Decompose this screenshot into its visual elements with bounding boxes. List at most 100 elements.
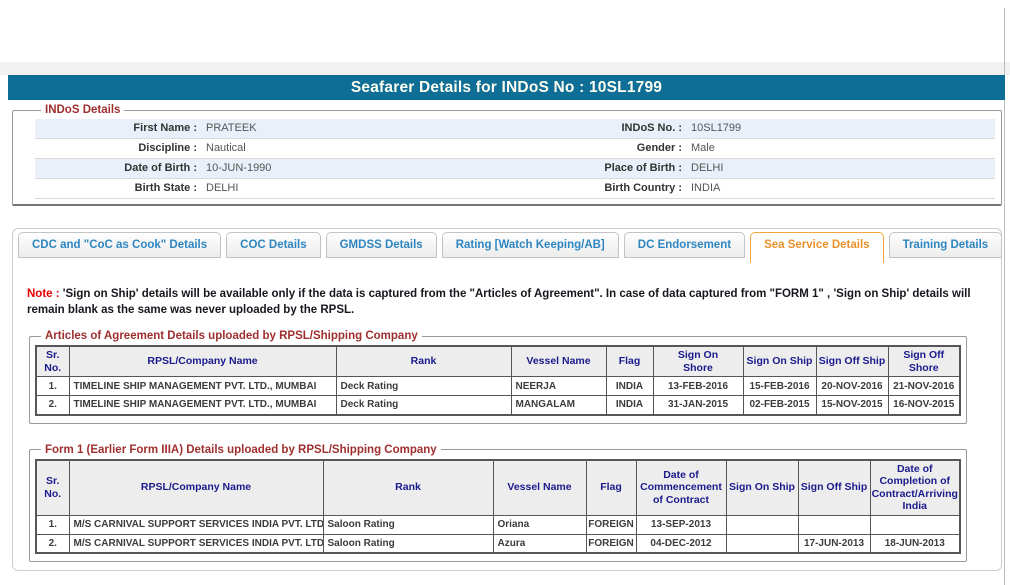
table-header-row: Sr. No. RPSL/Company Name Rank Vessel Na… [35, 459, 961, 516]
cell-flag: INDIA [605, 376, 654, 396]
place-of-birth-value: DELHI [691, 162, 724, 174]
cell-sign-off-shore: 16-NOV-2015 [887, 395, 961, 415]
table-row: 1. TIMELINE SHIP MANAGEMENT PVT. LTD., M… [35, 376, 961, 396]
tab-coc-details[interactable]: COC Details [226, 232, 321, 258]
top-gray-band [0, 62, 1010, 75]
header-flag: Flag [585, 459, 637, 516]
gender-value: Male [691, 142, 715, 154]
table-header-row: Sr. No. RPSL/Company Name Rank Vessel Na… [35, 345, 961, 377]
cell-rank: Saloon Rating [322, 514, 494, 535]
birth-country-value: INDIA [691, 182, 721, 194]
birth-country-label: Birth Country : [604, 182, 682, 194]
date-of-birth-value: 10-JUN-1990 [206, 162, 272, 174]
cell-company: M/S CARNIVAL SUPPORT SERVICES INDIA PVT.… [68, 514, 324, 535]
gender-label: Gender : [636, 142, 682, 154]
header-company: RPSL/Company Name [68, 345, 337, 377]
cell-sign-on-ship: 02-FEB-2015 [742, 395, 817, 415]
sign-on-ship-note: Note : 'Sign on Ship' details will be av… [27, 286, 987, 318]
form1-details-table: Sr. No. RPSL/Company Name Rank Vessel Na… [35, 458, 961, 554]
date-of-birth-label: Date of Birth : [124, 162, 197, 174]
articles-of-agreement-table: Sr. No. RPSL/Company Name Rank Vessel Na… [35, 345, 961, 416]
header-sr-no: Sr. No. [35, 459, 70, 516]
indos-no-label: INDoS No. : [621, 122, 683, 134]
cell-sign-off-ship: 17-JUN-2013 [797, 533, 871, 554]
header-vessel-name: Vessel Name [492, 459, 587, 516]
cell-sr-no: 2. [35, 533, 70, 554]
cell-sign-on-ship [725, 533, 799, 554]
cell-date-of-completion: 18-JUN-2013 [869, 533, 961, 554]
cell-rank: Deck Rating [335, 376, 512, 396]
indos-row-name: First Name : PRATEEK INDoS No. : 10SL179… [35, 119, 995, 139]
cell-company: TIMELINE SHIP MANAGEMENT PVT. LTD., MUMB… [68, 395, 337, 415]
cell-sign-on-shore: 13-FEB-2016 [652, 376, 744, 396]
cell-vessel-name: Azura [492, 533, 587, 554]
place-of-birth-label: Place of Birth : [604, 162, 682, 174]
form1-details-legend: Form 1 (Earlier Form IIIA) Details uploa… [45, 443, 437, 456]
birth-state-label: Birth State : [134, 182, 197, 194]
header-company: RPSL/Company Name [68, 459, 324, 516]
indos-row-discipline: Discipline : Nautical Gender : Male [35, 139, 995, 159]
cell-sign-on-ship: 15-FEB-2016 [742, 376, 817, 396]
header-date-of-commencement: Date of Commencement of Contract [635, 459, 727, 516]
header-sr-no: Sr. No. [35, 345, 70, 377]
cell-vessel-name: Oriana [492, 514, 587, 535]
cell-flag: FOREIGN [585, 514, 637, 535]
tab-content-panel: CDC and "CoC as Cook" Details COC Detail… [12, 228, 1003, 571]
header-vessel-name: Vessel Name [510, 345, 607, 377]
cell-date-of-completion [869, 514, 961, 535]
header-sign-off-ship: Sign Off Ship [797, 459, 871, 516]
cell-sr-no: 2. [35, 395, 70, 415]
discipline-value: Nautical [206, 142, 246, 154]
header-sign-off-shore: Sign Off Shore [887, 345, 961, 377]
cell-sign-off-ship: 15-NOV-2015 [815, 395, 889, 415]
cell-sign-off-ship [797, 514, 871, 535]
header-date-of-completion: Date of Completion of Contract/Arriving … [869, 459, 961, 516]
indos-row-birth-state: Birth State : DELHI Birth Country : INDI… [35, 179, 995, 199]
header-rank: Rank [322, 459, 494, 516]
tab-cdc-coc-as-cook-details[interactable]: CDC and "CoC as Cook" Details [18, 232, 222, 258]
seafarer-details-page: Seafarer Details for INDoS No : 10SL1799… [0, 0, 1010, 585]
tab-dc-endorsement[interactable]: DC Endorsement [623, 232, 746, 258]
table-row: 2. M/S CARNIVAL SUPPORT SERVICES INDIA P… [35, 533, 961, 554]
header-sign-on-ship: Sign On Ship [742, 345, 817, 377]
tab-training-details[interactable]: Training Details [888, 232, 1003, 258]
tab-strip: CDC and "CoC as Cook" Details COC Detail… [18, 232, 1003, 263]
indos-details-fieldset: INDoS Details First Name : PRATEEK INDoS… [12, 104, 1002, 206]
header-sign-on-shore: Sign On Shore [652, 345, 744, 377]
note-text: 'Sign on Ship' details will be available… [27, 288, 971, 316]
cell-sr-no: 1. [35, 376, 70, 396]
discipline-label: Discipline : [138, 142, 197, 154]
cell-vessel-name: MANGALAM [510, 395, 607, 415]
articles-of-agreement-fieldset: Articles of Agreement Details uploaded b… [29, 330, 967, 424]
first-name-label: First Name : [133, 122, 197, 134]
cell-sr-no: 1. [35, 514, 70, 535]
cell-rank: Deck Rating [335, 395, 512, 415]
header-rank: Rank [335, 345, 512, 377]
table-row: 1. M/S CARNIVAL SUPPORT SERVICES INDIA P… [35, 514, 961, 535]
indos-row-birth-date: Date of Birth : 10-JUN-1990 Place of Bir… [35, 159, 995, 179]
header-sign-on-ship: Sign On Ship [725, 459, 799, 516]
birth-state-value: DELHI [206, 182, 239, 194]
cell-sign-on-shore: 31-JAN-2015 [652, 395, 744, 415]
indos-no-value: 10SL1799 [691, 122, 742, 134]
cell-vessel-name: NEERJA [510, 376, 607, 396]
header-sign-off-ship: Sign Off Ship [815, 345, 889, 377]
indos-details-legend: INDoS Details [45, 104, 121, 116]
note-prefix: Note : [27, 288, 63, 300]
tab-sea-service-details[interactable]: Sea Service Details [750, 232, 884, 263]
first-name-value: PRATEEK [206, 122, 257, 134]
page-title: Seafarer Details for INDoS No : 10SL1799 [8, 75, 1005, 100]
tab-rating-watch-keeping-ab[interactable]: Rating [Watch Keeping/AB] [441, 232, 619, 258]
cell-flag: INDIA [605, 395, 654, 415]
cell-date-of-commencement: 13-SEP-2013 [635, 514, 727, 535]
cell-sign-off-ship: 20-NOV-2016 [815, 376, 889, 396]
cell-company: TIMELINE SHIP MANAGEMENT PVT. LTD., MUMB… [68, 376, 337, 396]
tab-gmdss-details[interactable]: GMDSS Details [325, 232, 437, 258]
cell-sign-off-shore: 21-NOV-2016 [887, 376, 961, 396]
cell-sign-on-ship [725, 514, 799, 535]
cell-rank: Saloon Rating [322, 533, 494, 554]
header-flag: Flag [605, 345, 654, 377]
table-row: 2. TIMELINE SHIP MANAGEMENT PVT. LTD., M… [35, 395, 961, 415]
articles-of-agreement-legend: Articles of Agreement Details uploaded b… [45, 330, 418, 342]
form1-details-fieldset: Form 1 (Earlier Form IIIA) Details uploa… [29, 443, 967, 562]
